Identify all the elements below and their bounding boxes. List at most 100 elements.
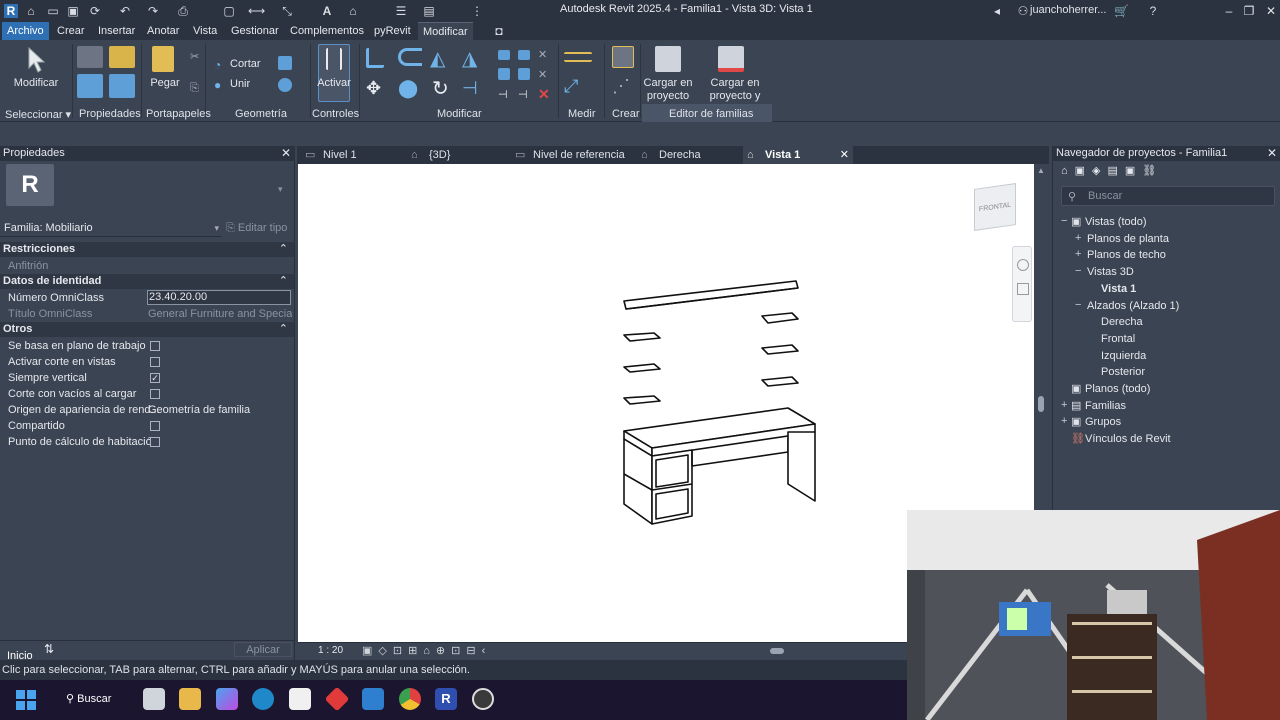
user-icon[interactable]: ⚇ [1016,4,1030,18]
tab-insertar[interactable]: Insertar [93,22,140,40]
chevron-down-icon[interactable]: ▾ [278,184,283,195]
info-arrow-icon[interactable]: ◂ [990,4,1004,18]
measure-tool-icon[interactable] [564,52,592,62]
minimize-icon[interactable]: – [1218,2,1240,20]
measure-icon[interactable]: ⟷ [248,4,265,18]
browser-node[interactable]: Planos (todo) [1085,381,1150,397]
tab-vista-1[interactable]: ⌂ Vista 1 ✕ [743,146,853,164]
split-icon[interactable] [498,50,510,60]
text-icon[interactable]: A [320,4,334,18]
tab-pyrevit[interactable]: pyRevit [369,22,416,40]
copy-icon[interactable]: ⎘ [190,82,202,94]
checkbox[interactable] [150,357,160,367]
paste-icon[interactable] [152,46,174,72]
obs-icon[interactable] [472,688,494,710]
tab-anotar[interactable]: Anotar [142,22,184,40]
browser-node[interactable]: Izquierda [1101,348,1146,364]
checkbox[interactable] [150,421,160,431]
tab-modificar[interactable]: Modificar [418,22,473,40]
load-into-project-button[interactable]: Cargar en proyecto [642,77,694,103]
join-geometry-icon[interactable]: ● [214,78,228,92]
prop-value[interactable]: Geometría de familia [148,402,292,418]
close-hidden-icon[interactable]: ▤ [422,4,436,18]
browser-node[interactable]: Frontal [1101,331,1135,347]
section-identidad[interactable]: Datos de identidad ⌃ [0,274,294,289]
help-icon[interactable]: ? [1146,4,1160,18]
checkbox[interactable] [150,437,160,447]
mirror-axis-icon[interactable]: ◭ [430,46,454,70]
load-into-project-icon[interactable] [655,46,681,72]
extend-icon[interactable]: ⊣ [518,88,530,101]
offset-icon[interactable] [398,48,422,66]
camera-icon[interactable]: ◘ [492,24,506,38]
activate-label[interactable]: Activar [314,77,354,90]
taskbar-search[interactable]: ⚲ Buscar [66,692,111,705]
thin-lines-icon[interactable]: ☰ [394,4,408,18]
scroll-up-icon[interactable]: ▲ [1037,166,1045,175]
split-gap-icon[interactable] [518,50,530,60]
browser-node[interactable]: Vista 1 [1101,281,1136,297]
trim-icon[interactable]: ⊣ [462,78,486,98]
expand-icon[interactable]: + [1061,399,1067,411]
task-view-icon[interactable] [143,688,165,710]
zoom-icon[interactable] [1017,283,1029,295]
browser-node[interactable]: Planos de planta [1087,231,1169,247]
collapse-icon[interactable]: − [1061,215,1067,227]
tab-crear[interactable]: Crear [52,22,90,40]
customize-icon[interactable]: ⋮ [470,4,484,18]
family-types-icon[interactable] [109,74,135,98]
collapse-icon[interactable]: − [1075,265,1081,277]
windows-start-icon[interactable] [16,690,36,710]
expand-icon[interactable]: + [1075,232,1081,244]
move-icon[interactable]: ✥ [366,78,386,98]
aligned-dimension-icon[interactable]: ⤢ [564,76,592,98]
type-properties-icon[interactable] [109,46,135,68]
pin-icon[interactable]: ✕ [538,48,550,61]
paint-icon[interactable] [278,78,292,92]
cursor-arrow-icon[interactable] [27,46,46,74]
chrome-icon[interactable] [399,688,421,710]
checkbox[interactable] [150,389,160,399]
undo-icon[interactable]: ↶ [118,4,132,18]
load-and-close-icon[interactable] [718,46,744,72]
outlook-icon[interactable] [362,688,384,710]
omniclass-number-field[interactable]: 23.40.20.00 [147,290,291,305]
unpin-icon[interactable]: ✕ [538,68,550,81]
section-restricciones[interactable]: Restricciones ⌃ [0,242,294,257]
scale-label[interactable]: 1 : 20 [318,645,343,656]
browser-node[interactable]: Familias [1085,398,1126,414]
checkbox[interactable] [150,341,160,351]
browser-node[interactable]: Posterior [1101,364,1145,380]
steering-wheel-icon[interactable] [1017,259,1029,271]
close-icon[interactable]: ✕ [1267,146,1277,160]
expand-icon[interactable]: + [1061,415,1067,427]
mirror-draw-icon[interactable]: ◮ [462,46,486,70]
scrollbar-thumb[interactable] [1038,396,1044,412]
sync-icon[interactable]: ⟳ [88,4,102,18]
panel-select-label[interactable]: Seleccionar ▾ [5,108,71,121]
dimension-icon[interactable]: ⤡ [280,4,294,18]
tab-derecha[interactable]: ⌂ Derecha [637,146,737,164]
browser-node[interactable]: Grupos [1085,414,1121,430]
apply-button[interactable]: Aplicar [234,642,292,657]
browser-node[interactable]: Vínculos de Revit [1085,431,1171,447]
revit-logo-icon[interactable]: R [4,4,18,18]
family-category-icon[interactable] [77,74,103,98]
horizontal-scroll-thumb[interactable] [770,648,784,654]
tab-archivo[interactable]: Archivo [2,22,49,40]
expand-icon[interactable]: + [1075,248,1081,260]
join-button[interactable]: Unir [230,78,260,91]
cut-button[interactable]: Cortar [230,58,270,71]
close-icon[interactable]: ✕ [840,146,849,164]
scissors-icon[interactable]: ✂ [190,50,202,63]
search-input[interactable]: ⚲ Buscar [1061,186,1275,206]
cut-geometry-icon[interactable]: ◔ [214,58,228,72]
view-cube[interactable]: FRONTAL [974,183,1016,231]
rotate-icon[interactable]: ↻ [432,76,454,100]
tab-gestionar[interactable]: Gestionar [226,22,284,40]
close-icon[interactable]: ✕ [281,146,291,160]
restore-icon[interactable]: ❐ [1238,2,1260,20]
revit-taskbar-icon[interactable]: R [435,688,457,710]
family-selector[interactable]: Familia: Mobiliario ▾ [0,220,222,237]
view-control-icons[interactable]: ▣◇⊡⊞⌂⊕⊡⊟‹ [362,644,491,657]
